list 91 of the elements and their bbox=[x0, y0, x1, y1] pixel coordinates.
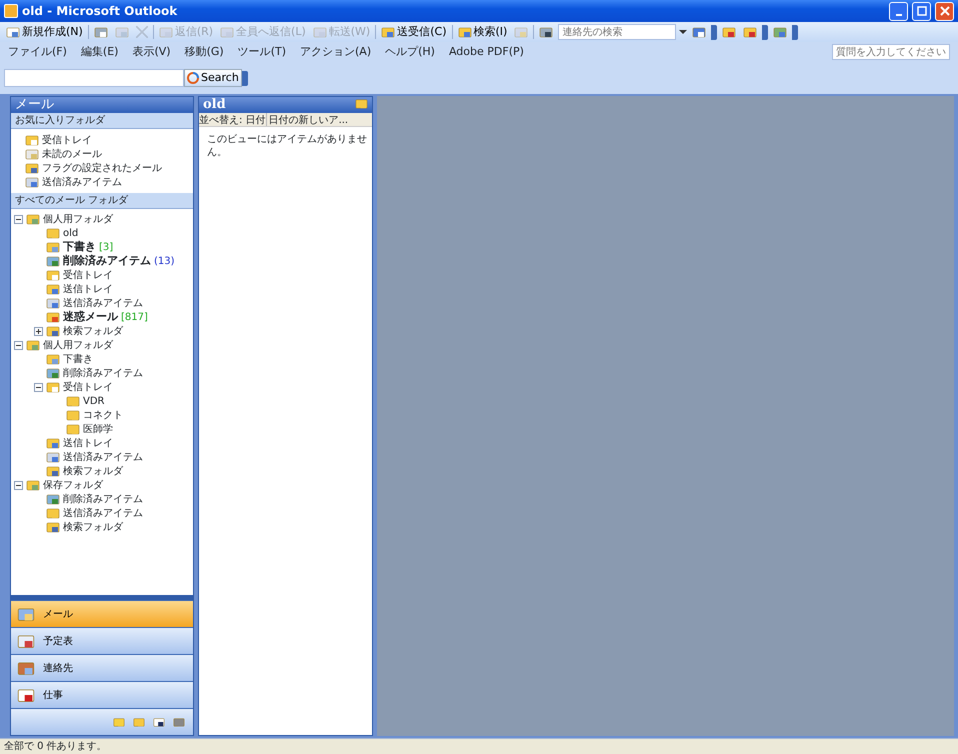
search-logo-icon bbox=[187, 72, 199, 84]
collapse-toggle[interactable] bbox=[34, 382, 43, 392]
folder-icon bbox=[66, 422, 80, 436]
folder-name[interactable]: 迷惑メール bbox=[63, 308, 118, 326]
delete-icon bbox=[136, 26, 148, 38]
menu-item[interactable]: ヘルプ(H) bbox=[385, 44, 435, 60]
menu-item[interactable]: ファイル(F) bbox=[8, 44, 67, 60]
nav-button[interactable]: 予定表 bbox=[11, 627, 193, 654]
folder-name[interactable]: 削除済みアイテム bbox=[63, 366, 143, 380]
nav-mini-button[interactable] bbox=[151, 716, 167, 728]
search-field[interactable] bbox=[4, 69, 184, 87]
folder-link[interactable]: フラグの設定されたメール bbox=[42, 160, 162, 176]
toolbar-icon-button[interactable] bbox=[537, 25, 556, 39]
folder-name[interactable]: コネクト bbox=[83, 408, 123, 422]
folder-name[interactable]: 個人用フォルダ bbox=[43, 212, 113, 226]
minimize-button[interactable] bbox=[889, 2, 908, 20]
folder-name[interactable]: 受信トレイ bbox=[63, 380, 113, 394]
contact-search-field[interactable]: 連絡先の検索 bbox=[558, 24, 676, 40]
splitter-handle[interactable] bbox=[11, 595, 193, 600]
folder-icon bbox=[26, 338, 40, 352]
folder-name[interactable]: 検索フォルダ bbox=[63, 324, 123, 338]
minimize-icon bbox=[896, 14, 902, 16]
folder-icon bbox=[46, 506, 60, 520]
folder-name[interactable]: 下書き bbox=[63, 352, 93, 366]
close-button[interactable] bbox=[935, 2, 954, 20]
menu-item[interactable]: ツール(T) bbox=[238, 44, 286, 60]
toolbar-icon-button[interactable] bbox=[720, 25, 738, 39]
folder-name[interactable]: 検索フォルダ bbox=[63, 464, 123, 478]
folder-name[interactable]: 削除済みアイテム bbox=[63, 492, 143, 506]
folder-name[interactable]: 医師学 bbox=[83, 422, 113, 436]
nav-button[interactable]: メール bbox=[11, 600, 193, 627]
sort-by-button[interactable]: 並べ替え: 日付 bbox=[199, 113, 266, 126]
folder-icon bbox=[355, 97, 368, 110]
folder-icon bbox=[133, 716, 145, 728]
folder-link[interactable]: 送信済みアイテム bbox=[42, 174, 122, 190]
toolbar-options-button[interactable] bbox=[762, 24, 768, 40]
folder-name[interactable]: old bbox=[63, 226, 78, 240]
menu-item[interactable]: 移動(G) bbox=[184, 44, 224, 60]
menu-item[interactable]: Adobe PDF(P) bbox=[448, 44, 524, 60]
unread-count: [817] bbox=[121, 310, 148, 324]
folder-name[interactable]: 検索フォルダ bbox=[63, 520, 123, 534]
folder-icon bbox=[26, 478, 40, 492]
folder-icon bbox=[66, 408, 80, 422]
collapse-toggle[interactable] bbox=[14, 480, 23, 490]
folder-name[interactable]: 送信済みアイテム bbox=[63, 450, 143, 464]
folder-name[interactable]: VDR bbox=[83, 394, 104, 408]
help-question-field[interactable]: 質問を入力してください bbox=[832, 44, 950, 60]
folder-name[interactable]: 削除済みアイテム bbox=[63, 252, 151, 270]
folder-name[interactable]: 送信トレイ bbox=[63, 282, 113, 296]
pane-header: メール bbox=[11, 97, 193, 113]
toolbar-icon-button[interactable] bbox=[690, 25, 708, 39]
search-button[interactable]: Search bbox=[184, 69, 242, 87]
pane-title: old bbox=[203, 97, 227, 113]
status-text: 全部で 0 件あります。 bbox=[4, 740, 107, 754]
toolbar-button[interactable]: 送受信(C) bbox=[379, 24, 448, 40]
collapse-toggle[interactable] bbox=[14, 340, 23, 350]
folder-name[interactable]: 保存フォルダ bbox=[43, 478, 103, 492]
folder-link[interactable]: 未読のメール bbox=[42, 146, 102, 162]
collapse-toggle[interactable] bbox=[14, 214, 23, 224]
folder-name[interactable]: 個人用フォルダ bbox=[43, 338, 113, 352]
section-header: すべてのメール フォルダ bbox=[11, 193, 193, 209]
toolbar-options-button[interactable] bbox=[711, 24, 718, 40]
menu-item[interactable]: 表示(V) bbox=[132, 44, 171, 60]
folder-link[interactable]: 受信トレイ bbox=[42, 132, 92, 148]
folder-icon bbox=[46, 226, 60, 240]
maximize-icon bbox=[916, 6, 926, 16]
nav-button[interactable]: 仕事 bbox=[11, 681, 193, 708]
menu-item[interactable]: 編集(E) bbox=[80, 44, 118, 60]
empty-message: このビューにはアイテムがありません。 bbox=[207, 133, 368, 159]
unread-count: (13) bbox=[154, 254, 175, 268]
unread-count: [3] bbox=[99, 240, 114, 254]
window-title: old - Microsoft Outlook bbox=[22, 3, 178, 20]
folder-name[interactable]: 送信済みアイテム bbox=[63, 296, 143, 310]
folder-name[interactable]: 送信トレイ bbox=[63, 436, 113, 450]
toolbar-icon-button[interactable] bbox=[741, 25, 760, 39]
section-header: お気に入りフォルダ bbox=[11, 113, 193, 129]
toolbar-button[interactable]: 新規作成(N) bbox=[4, 24, 85, 40]
app-icon bbox=[4, 4, 18, 18]
close-icon bbox=[940, 6, 950, 16]
nav-button[interactable]: 連絡先 bbox=[11, 654, 193, 681]
folder-icon bbox=[26, 212, 40, 226]
sort-order-button[interactable]: 日付の新しいア... bbox=[266, 113, 348, 126]
folder-icon bbox=[66, 394, 80, 408]
maximize-button[interactable] bbox=[912, 2, 931, 20]
folder-name[interactable]: 下書き bbox=[63, 238, 96, 256]
menu-item[interactable]: アクション(A) bbox=[300, 44, 372, 60]
folder-name[interactable]: 受信トレイ bbox=[63, 268, 113, 282]
expand-toggle[interactable] bbox=[34, 326, 43, 336]
toolbar-button[interactable]: 検索(I) bbox=[456, 24, 510, 40]
folder-name[interactable]: 送信済みアイテム bbox=[63, 506, 143, 520]
toolbar-options-button[interactable] bbox=[792, 24, 798, 40]
